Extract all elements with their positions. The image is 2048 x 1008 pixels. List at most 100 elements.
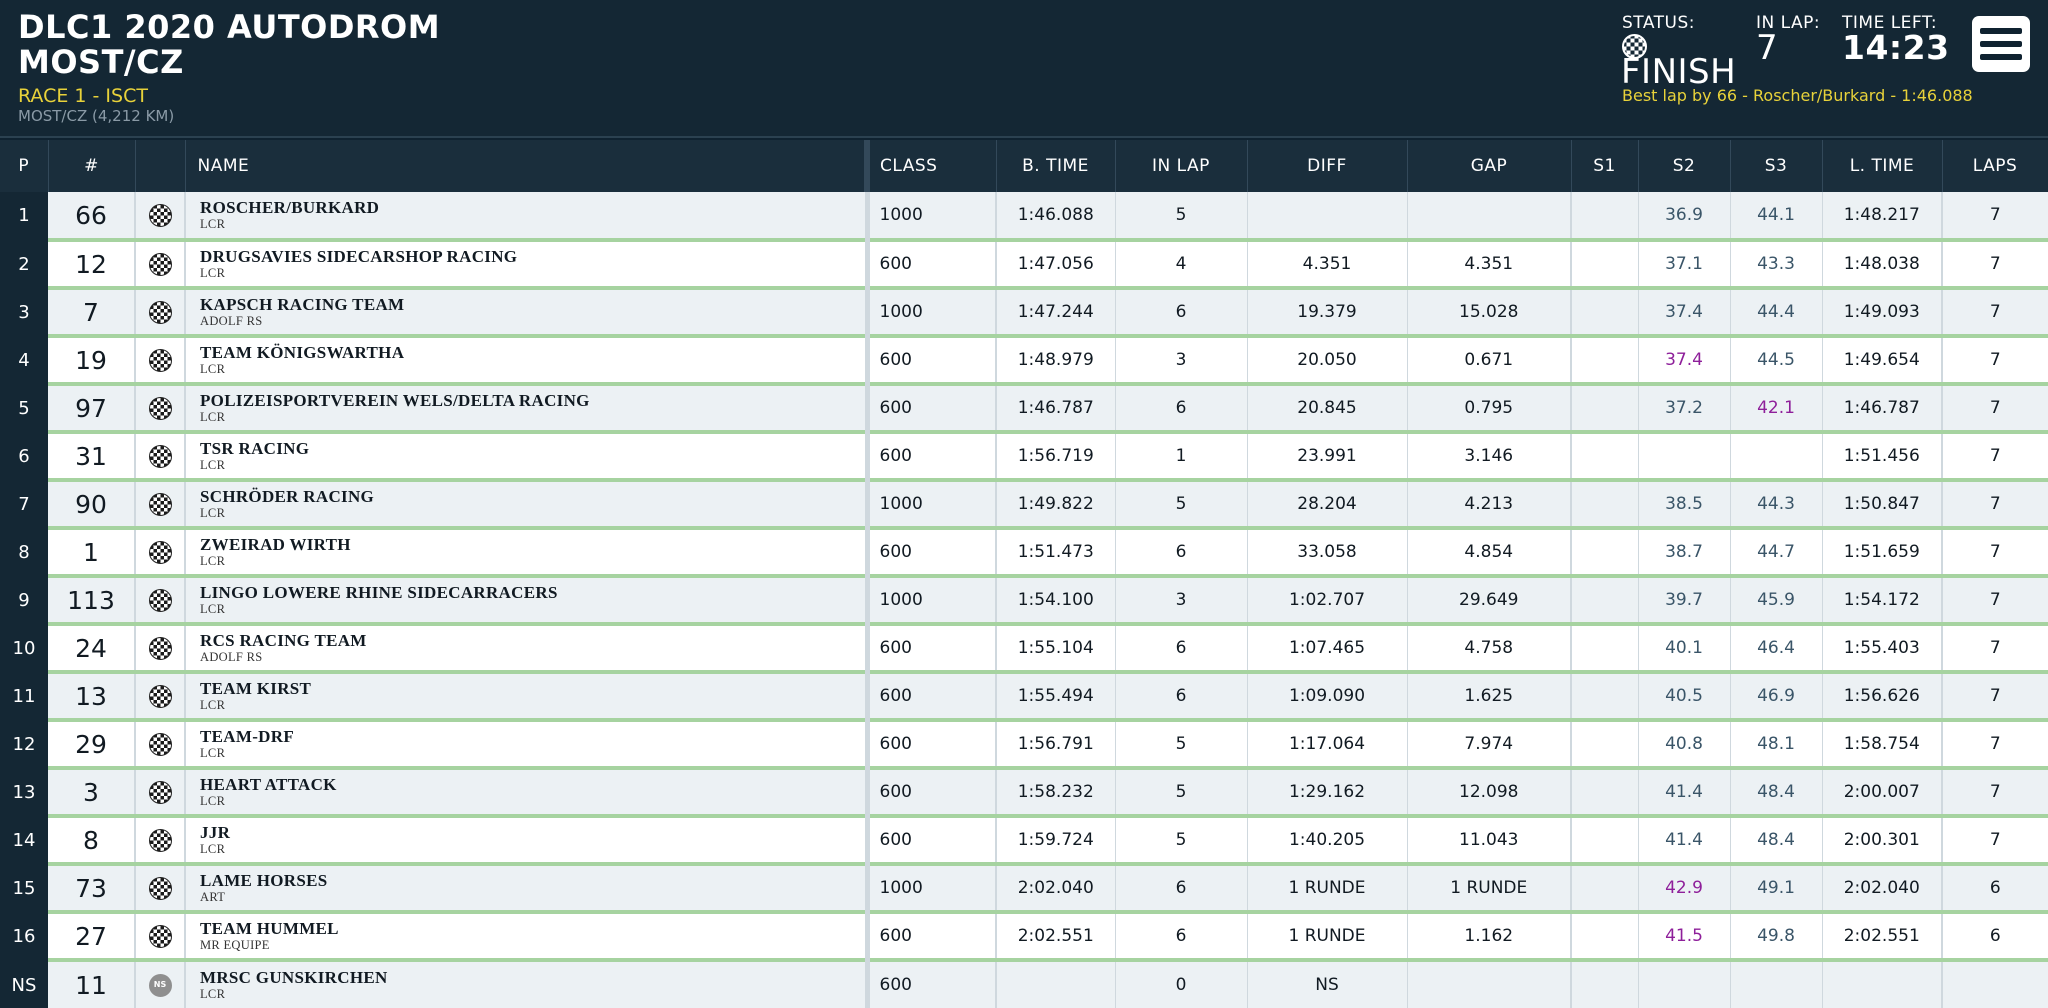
col-header-gap[interactable]: GAP <box>1407 140 1572 192</box>
in-lap: 6 <box>1115 384 1248 434</box>
col-header-flag <box>135 140 186 192</box>
best-time: 1:58.232 <box>996 768 1116 818</box>
bike-name: LCR <box>200 506 226 521</box>
sector-2 <box>1638 432 1731 482</box>
bike-name: MR EQUIPE <box>200 938 270 953</box>
start-number: 27 <box>48 912 136 962</box>
table-row[interactable]: 15 73 LAME HORSES ART 1000 2:02.040 6 1 … <box>0 864 2048 914</box>
col-header-s3[interactable]: S3 <box>1730 140 1823 192</box>
gap <box>1407 192 1572 242</box>
table-row[interactable]: 2 12 DRUGSAVIES SIDECARSHOP RACING LCR 6… <box>0 240 2048 290</box>
table-row[interactable]: 6 31 TSR RACING LCR 600 1:56.719 1 23.99… <box>0 432 2048 482</box>
start-number: 66 <box>48 192 136 242</box>
checkered-flag-icon <box>148 348 172 372</box>
gap: 29.649 <box>1407 576 1572 626</box>
sector-1 <box>1570 864 1639 914</box>
last-time: 1:49.093 <box>1822 288 1943 338</box>
col-header-number[interactable]: # <box>48 140 136 192</box>
position: 12 <box>0 720 48 770</box>
table-row[interactable]: 16 27 TEAM HUMMEL MR EQUIPE 600 2:02.551… <box>0 912 2048 962</box>
table-row[interactable]: 13 3 HEART ATTACK LCR 600 1:58.232 5 1:2… <box>0 768 2048 818</box>
table-row[interactable]: 3 7 KAPSCH RACING TEAM ADOLF RS 1000 1:4… <box>0 288 2048 338</box>
class: 1000 <box>864 864 997 914</box>
col-header-last-time[interactable]: L. TIME <box>1822 140 1943 192</box>
col-header-name[interactable]: NAME <box>185 140 870 192</box>
col-header-best-time[interactable]: B. TIME <box>996 140 1116 192</box>
start-number: 73 <box>48 864 136 914</box>
best-time: 1:54.100 <box>996 576 1116 626</box>
diff: 1 RUNDE <box>1247 912 1408 962</box>
laps: 7 <box>1942 768 2048 818</box>
table-row[interactable]: 4 19 TEAM KÖNIGSWARTHA LCR 600 1:48.979 … <box>0 336 2048 386</box>
table-row[interactable]: 8 1 ZWEIRAD WIRTH LCR 600 1:51.473 6 33.… <box>0 528 2048 578</box>
team-name: JJR <box>200 823 231 843</box>
col-header-laps[interactable]: LAPS <box>1942 140 2048 192</box>
position: 1 <box>0 192 48 242</box>
gap: 3.146 <box>1407 432 1572 482</box>
best-time: 1:55.104 <box>996 624 1116 674</box>
table-row[interactable]: 10 24 RCS RACING TEAM ADOLF RS 600 1:55.… <box>0 624 2048 674</box>
table-row[interactable]: 11 13 TEAM KIRST LCR 600 1:55.494 6 1:09… <box>0 672 2048 722</box>
laps: 7 <box>1942 288 2048 338</box>
best-time: 1:47.244 <box>996 288 1116 338</box>
class: 1000 <box>864 192 997 242</box>
team-name: HEART ATTACK <box>200 775 337 795</box>
col-header-s1[interactable]: S1 <box>1571 140 1639 192</box>
bike-name: LCR <box>200 266 226 281</box>
col-header-s2[interactable]: S2 <box>1638 140 1731 192</box>
laps: 7 <box>1942 192 2048 242</box>
team-name: POLIZEISPORTVEREIN WELS/DELTA RACING <box>200 391 590 411</box>
sector-3: 46.9 <box>1730 672 1823 722</box>
gap: 1.625 <box>1407 672 1572 722</box>
name-cell: TEAM KÖNIGSWARTHA LCR <box>185 336 870 386</box>
sector-2 <box>1638 960 1731 1008</box>
col-header-diff[interactable]: DIFF <box>1247 140 1408 192</box>
position: 3 <box>0 288 48 338</box>
col-header-pos[interactable]: P <box>0 140 49 192</box>
team-name: KAPSCH RACING TEAM <box>200 295 405 315</box>
sector-3 <box>1730 432 1823 482</box>
sector-3: 45.9 <box>1730 576 1823 626</box>
diff: NS <box>1247 960 1408 1008</box>
class: 600 <box>864 336 997 386</box>
table-row[interactable]: 14 8 JJR LCR 600 1:59.724 5 1:40.205 11.… <box>0 816 2048 866</box>
position: 16 <box>0 912 48 962</box>
menu-button[interactable] <box>1972 16 2030 72</box>
flag-cell <box>135 576 186 626</box>
table-row[interactable]: 1 66 ROSCHER/BURKARD LCR 1000 1:46.088 5… <box>0 192 2048 242</box>
start-number: 1 <box>48 528 136 578</box>
table-header-row: P # NAME CLASS B. TIME IN LAP DIFF GAP S… <box>0 140 2048 192</box>
name-cell: RCS RACING TEAM ADOLF RS <box>185 624 870 674</box>
in-lap: 5 <box>1115 192 1248 242</box>
table-row[interactable]: 5 97 POLIZEISPORTVEREIN WELS/DELTA RACIN… <box>0 384 2048 434</box>
class: 600 <box>864 672 997 722</box>
table-row[interactable]: NS 11 NS MRSC GUNSKIRCHEN LCR 600 0 NS <box>0 960 2048 1008</box>
last-time: 1:50.847 <box>1822 480 1943 530</box>
flag-cell <box>135 672 186 722</box>
table-row[interactable]: 9 113 LINGO LOWERE RHINE SIDECARRACERS L… <box>0 576 2048 626</box>
name-cell: SCHRÖDER RACING LCR <box>185 480 870 530</box>
col-header-in-lap[interactable]: IN LAP <box>1115 140 1248 192</box>
sector-2: 37.4 <box>1638 288 1731 338</box>
bike-name: LCR <box>200 842 226 857</box>
best-time: 1:56.719 <box>996 432 1116 482</box>
best-time: 1:49.822 <box>996 480 1116 530</box>
start-number: 24 <box>48 624 136 674</box>
sector-3 <box>1730 960 1823 1008</box>
in-lap: 6 <box>1115 288 1248 338</box>
bike-name: LCR <box>200 217 226 232</box>
table-row[interactable]: 12 29 TEAM-DRF LCR 600 1:56.791 5 1:17.0… <box>0 720 2048 770</box>
sector-1 <box>1570 576 1639 626</box>
flag-cell <box>135 336 186 386</box>
name-cell: POLIZEISPORTVEREIN WELS/DELTA RACING LCR <box>185 384 870 434</box>
sector-1 <box>1570 960 1639 1008</box>
gap: 15.028 <box>1407 288 1572 338</box>
col-header-class[interactable]: CLASS <box>864 140 997 192</box>
sector-3: 44.4 <box>1730 288 1823 338</box>
timing-header: DLC1 2020 AUTODROM MOST/CZ RACE 1 - ISCT… <box>0 0 2048 138</box>
laps: 7 <box>1942 576 2048 626</box>
start-number: 8 <box>48 816 136 866</box>
sector-1 <box>1570 480 1639 530</box>
start-number: 90 <box>48 480 136 530</box>
table-row[interactable]: 7 90 SCHRÖDER RACING LCR 1000 1:49.822 5… <box>0 480 2048 530</box>
